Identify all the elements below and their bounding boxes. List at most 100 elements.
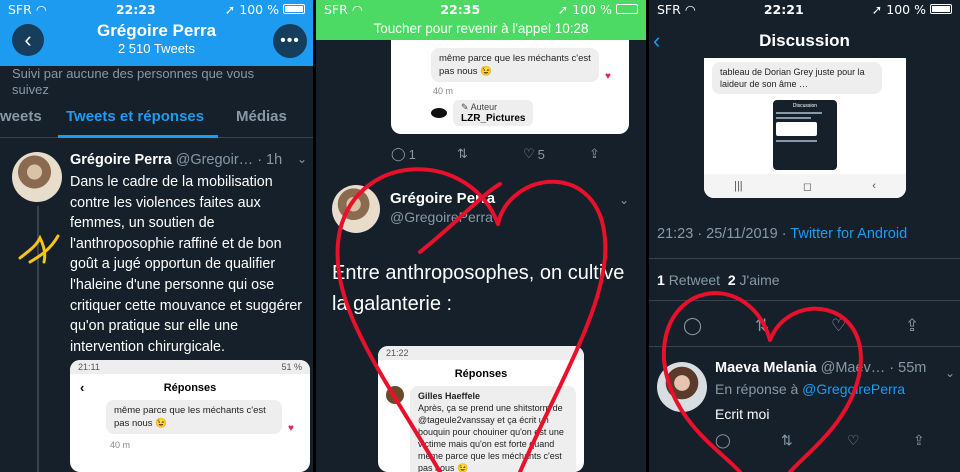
wifi-icon: ◠ [351,1,363,17]
profile-tabs: weets Tweets et réponses Médias [0,98,313,138]
tweet-detail-screen: SFR ◠ 22:35 ➚ 100 % Toucher pour revenir à… [316,0,646,472]
android-nav-bar: ||| ◻ ‹ [704,174,906,198]
share-icon[interactable]: ⇪ [905,316,919,336]
share-icon[interactable]: ⇪ [913,432,925,449]
tab-tweets[interactable]: weets [0,108,42,125]
author-tag: Auteur [470,102,498,112]
source-link[interactable]: Twitter for Android [790,226,907,242]
retweet-count: 1 [657,272,665,288]
reply-age: 40 m [433,86,454,96]
retweet-icon[interactable]: ⇅ [755,316,769,336]
author-name: LZR_Pictures [461,113,526,124]
divider [649,300,960,301]
battery-icon [929,4,952,14]
discussion-screen: SFR ◠ 22:21 ➚ 100 % ‹ Discussion tableau d… [649,0,960,472]
status-time: 22:23 [115,1,156,17]
heart-icon[interactable]: ♡ [831,316,846,336]
reply-count: 1 [408,146,416,162]
call-banner[interactable]: SFR ◠ 22:35 ➚ 100 % Toucher pour revenir à… [316,0,646,40]
reply-actions: ◯ ⇅ ♡ ⇪ [715,432,955,450]
avatar[interactable] [332,185,380,233]
tweet-header: Grégoire Perra @Gregoir… · 1h [70,152,282,168]
embedded-screenshot[interactable]: même parce que les méchants c'est pas no… [391,40,629,134]
ellipsis-icon: ••• [280,32,300,49]
retweet-icon[interactable]: ⇅ [781,432,793,449]
like-button[interactable]: ♡ 5 [523,146,545,162]
embed-status-bar: 21:11 51 % [70,360,310,374]
pencil-icon: ✎ [461,102,469,112]
wifi-icon: ◠ [684,1,696,17]
profile-screen: SFR ◠ 22:23 ➚ 100 % ‹ Grégoire Perra 2 510… [0,0,313,472]
author-logo [431,108,447,118]
screenshot-collage: SFR ◠ 22:23 ➚ 100 % ‹ Grégoire Perra 2 510… [0,0,960,472]
battery-percent: 100 % [239,1,279,17]
page-title: Discussion [759,31,850,50]
call-banner-text: Toucher pour revenir à l'appel 10:28 [373,21,589,36]
status-bar: SFR ◠ 22:21 ➚ 100 % [649,0,960,18]
heart-icon[interactable]: ♡ [847,432,860,449]
author-handle: @GregoirePerra [390,209,493,225]
tweet-timestamp: 21:23 · 25/11/2019 · Twitter for Android [657,226,907,242]
status-bar: SFR ◠ 22:23 ➚ 100 % [0,0,313,18]
author-name[interactable]: Grégoire Perra [390,190,495,207]
reply-button[interactable]: ◯ 1 [391,146,416,162]
more-options-button[interactable]: ••• [273,24,307,58]
thread-line [37,206,39,472]
reply-to-link[interactable]: @GregoirePerra [802,381,905,397]
avatar[interactable] [12,152,62,202]
retweet-label[interactable]: Retweet [669,272,720,288]
heart-icon: ♡ [523,146,535,161]
author-name[interactable]: Grégoire Perra [70,152,172,168]
profile-header: SFR ◠ 22:23 ➚ 100 % ‹ Grégoire Perra 2 510… [0,0,313,66]
nested-screenshot: Discussion [773,100,837,170]
carrier-label: SFR [324,1,348,17]
battery-icon [615,4,638,14]
tab-tweets-and-replies[interactable]: Tweets et réponses [66,108,204,125]
embed-status-bar: 21:22 [378,346,584,360]
nav-bar: SFR ◠ 22:21 ➚ 100 % ‹ Discussion [649,0,960,58]
author-name[interactable]: Maeva Melania [715,360,817,376]
battery-percent: 100 % [886,1,926,17]
reply-bubble: tableau de Dorian Grey juste pour la lai… [712,62,882,94]
retweet-icon: ⇅ [457,146,468,161]
battery-icon [282,4,305,14]
reply-icon[interactable]: ◯ [683,316,702,336]
reply-context: En réponse à @GregoirePerra [715,381,905,397]
chevron-down-icon[interactable]: ⌄ [945,366,955,380]
divider [649,346,960,347]
status-bar: SFR ◠ 22:35 ➚ 100 % [316,0,646,18]
share-icon: ⇪ [589,146,600,161]
reply-bubble: même parce que les méchants c'est pas no… [106,400,282,434]
retweet-button[interactable]: ⇅ [457,146,468,162]
reply-bubble: même parce que les méchants c'est pas no… [431,48,599,82]
author-handle: @Gregoir… · 1h [175,152,283,168]
like-count: 2 [727,272,736,288]
embedded-screenshot[interactable]: 21:11 51 % ‹ Réponses même parce que les … [70,360,310,472]
tweet-text: Dans le cadre de la mobilisation contre … [70,174,303,355]
tab-media[interactable]: Médias [236,108,287,125]
timestamp-text: 21:23 · 25/11/2019 · [657,226,791,242]
reply-icon: ◯ [391,146,406,161]
engagement-stats: 1 Retweet 2 J'aime [657,272,780,288]
reply-icon[interactable]: ◯ [715,432,731,449]
avatar[interactable] [657,362,707,412]
wifi-icon: ◠ [35,1,47,17]
status-time: 22:35 [440,1,481,17]
carrier-label: SFR [657,1,681,17]
profile-name: Grégoire Perra [96,21,217,40]
tweet-actions: ◯ ⇅ ♡ ⇪ [649,316,960,338]
tweet-count: 2 510 Tweets [117,41,196,56]
avatar [386,386,404,404]
like-label[interactable]: J'aime [740,272,780,288]
chevron-down-icon[interactable]: ⌄ [297,152,307,166]
share-button[interactable]: ⇪ [589,146,600,162]
carrier-label: SFR [8,1,32,17]
chevron-down-icon[interactable]: ⌄ [619,193,629,207]
reply-prefix: En réponse à [715,381,803,397]
divider [649,258,960,259]
reply-author: Gilles Haeffele [418,391,481,401]
tweet-actions: ◯ 1 ⇅ ♡ 5 ⇪ [391,146,611,164]
embedded-screenshot[interactable]: tableau de Dorian Grey juste pour la lai… [704,58,906,198]
embed-status-time: 21:11 [78,362,100,372]
embedded-screenshot[interactable]: 21:22 Réponses Gilles Haeffele Après, ça… [378,346,584,472]
